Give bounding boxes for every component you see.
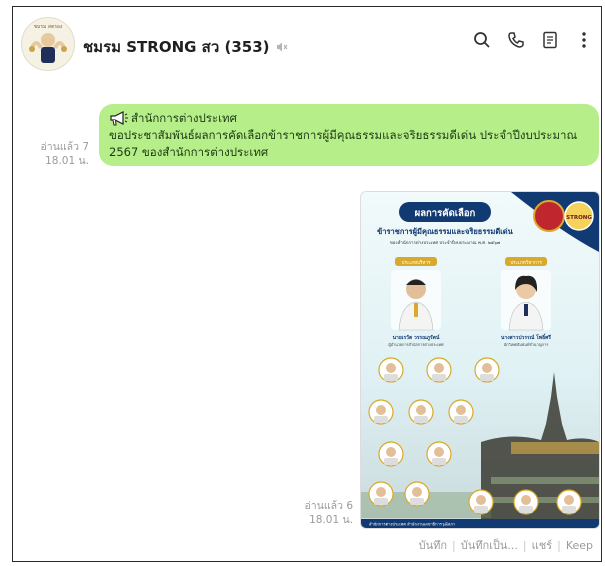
chat-window: ชมรม สตรอง ชมรม STRONG สว (353) อ่านแล้ว… (12, 6, 602, 562)
chat-title[interactable]: ชมรม STRONG สว (353) (83, 35, 269, 59)
message-time: 18.01 น. (309, 514, 353, 526)
svg-text:ผู้อำนวยการสำนักการต่างประเทศ: ผู้อำนวยการสำนักการต่างประเทศ (388, 342, 444, 347)
save-as-action[interactable]: บันทึกเป็น... (461, 536, 518, 554)
notes-icon[interactable] (539, 29, 561, 51)
message-meta: อ่านแล้ว 6 18.01 น. (283, 499, 354, 527)
save-action[interactable]: บันทึก (419, 536, 447, 554)
message-time: 18.01 น. (45, 155, 89, 167)
kebab-menu-icon[interactable] (573, 29, 595, 51)
search-icon[interactable] (471, 29, 493, 51)
svg-text:นางสาวปวรรณ์ โพธิ์ศรี: นางสาวปวรรณ์ โพธิ์ศรี (501, 333, 551, 341)
share-action[interactable]: แชร์ (532, 536, 552, 554)
svg-text:ข้าราชการผู้มีคุณธรรมและจริยธร: ข้าราชการผู้มีคุณธรรมและจริยธรรมดีเด่น (377, 227, 513, 237)
message-line: 2567 ของสำนักการต่างประเทศ (109, 145, 269, 159)
avatar-caption: ชมรม สตรอง (34, 24, 63, 30)
image-actions: บันทึก | บันทึกเป็น... | แชร์ | Keep (419, 536, 593, 554)
svg-text:นักวิเทศสัมพันธ์ชำนาญการ: นักวิเทศสัมพันธ์ชำนาญการ (504, 342, 549, 347)
speaker-muted-icon (277, 42, 288, 52)
keep-action[interactable]: Keep (566, 539, 593, 552)
svg-text:ประเภทวิชาการ: ประเภทวิชาการ (510, 260, 542, 266)
message-line: ขอประชาสัมพันธ์ผลการคัดเลือกข้าราชการผู้… (109, 128, 578, 142)
chat-header: ชมรม สตรอง ชมรม STRONG สว (353) (13, 7, 601, 77)
emblem-logo (533, 200, 565, 232)
svg-text:ของสำนักการต่างประเทศ ประจำปีง: ของสำนักการต่างประเทศ ประจำปีงบประมาณ พ.… (390, 240, 501, 246)
group-avatar[interactable]: ชมรม สตรอง (21, 17, 75, 71)
message-list[interactable]: อ่านแล้ว 7 18.01 น. สำนักการต่างประเทศ ข… (13, 77, 601, 561)
text-message-bubble[interactable]: สำนักการต่างประเทศ ขอประชาสัมพันธ์ผลการค… (99, 104, 599, 166)
portrait-left (391, 270, 441, 331)
message-meta: อ่านแล้ว 7 18.01 น. (23, 140, 90, 168)
svg-text:ประเภทบริหาร: ประเภทบริหาร (402, 260, 431, 266)
poster-image: STRONG ผลการคัดเลือก ข้าราชการผู้มีคุณธร… (361, 192, 599, 528)
svg-text:STRONG: STRONG (566, 215, 592, 221)
read-count: อ่านแล้ว 6 (304, 500, 354, 512)
phone-icon[interactable] (505, 29, 527, 51)
avatar-image: ชมรม สตรอง (22, 18, 74, 70)
svg-text:นายเรวัต วรรณภูรัตน์: นายเรวัต วรรณภูรัตน์ (393, 334, 440, 342)
read-count: อ่านแล้ว 7 (40, 141, 90, 153)
svg-text:ผลการคัดเลือก: ผลการคัดเลือก (415, 207, 476, 219)
image-message[interactable]: STRONG ผลการคัดเลือก ข้าราชการผู้มีคุณธร… (360, 191, 600, 529)
message-line: สำนักการต่างประเทศ (131, 111, 237, 125)
portrait-right (501, 270, 551, 331)
megaphone-icon (110, 110, 128, 125)
